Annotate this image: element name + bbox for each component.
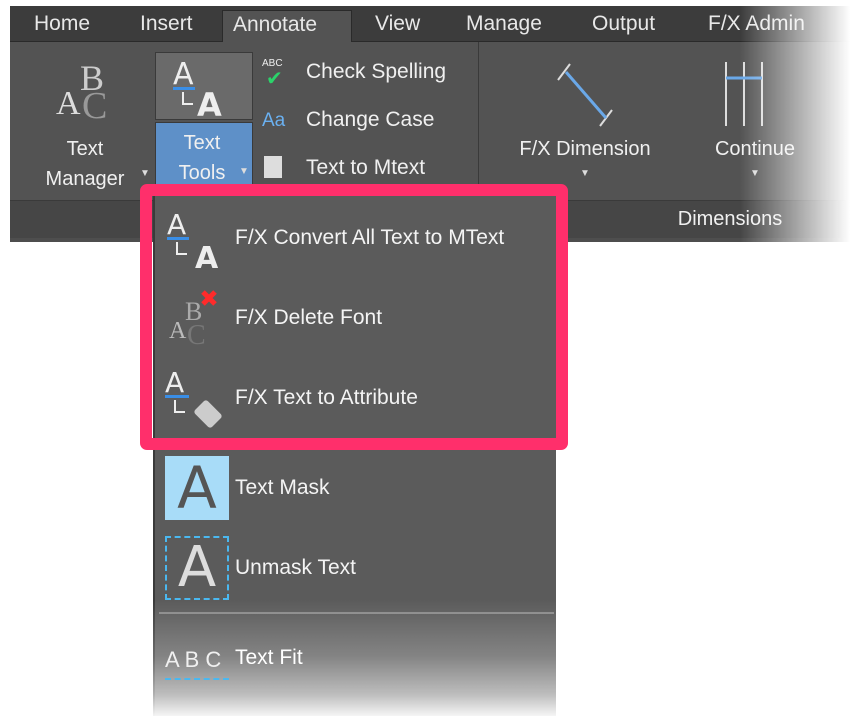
text-manager-icon: B A C: [56, 58, 107, 126]
menu-item-unmask-text[interactable]: A Unmask Text: [155, 528, 556, 608]
svg-text:C: C: [82, 85, 107, 126]
text-tools-label-1: Text: [183, 132, 221, 154]
fx-dimension-label: F/X Dimension: [519, 138, 651, 160]
highlight-box: [140, 184, 568, 450]
text-tools-button[interactable]: A A Text Tools ▼: [155, 52, 253, 200]
check-spelling-button[interactable]: ABC ✔ Check Spelling: [260, 58, 470, 90]
change-case-button[interactable]: Aa Change Case: [260, 108, 470, 138]
text-manager-label-2: Manager: [45, 168, 125, 190]
svg-text:A: A: [197, 86, 222, 120]
change-case-label: Change Case: [306, 108, 435, 131]
edge-fade: [740, 0, 866, 250]
svg-text:A: A: [56, 85, 81, 122]
dropdown-arrow-icon: ▼: [580, 168, 590, 179]
tab-manage[interactable]: Manage: [456, 10, 552, 42]
dropdown-arrow-icon: ▼: [239, 166, 249, 177]
tab-view[interactable]: View: [365, 10, 430, 42]
fx-dimension-button[interactable]: F/X Dimension ▼: [500, 52, 670, 192]
text-manager-button[interactable]: B A C Text Manager ▼: [30, 52, 150, 200]
menu-item-text-fit[interactable]: A B C Text Fit: [153, 618, 556, 698]
ribbon-panel: B A C Text Manager ▼ A A Text Tools ▼ AB…: [10, 42, 866, 200]
panel-separator: [478, 42, 479, 200]
unmask-text-icon: A: [165, 536, 229, 600]
text-to-mtext-button[interactable]: Text to Mtext: [260, 156, 470, 186]
tab-annotate[interactable]: Annotate: [222, 10, 352, 42]
change-case-icon: Aa: [262, 110, 286, 131]
menu-item-text-mask[interactable]: A Text Mask: [155, 448, 556, 528]
tab-output[interactable]: Output: [582, 10, 665, 42]
tab-home[interactable]: Home: [24, 10, 100, 42]
check-spelling-label: Check Spelling: [306, 60, 447, 83]
ribbon-tab-bar: Home Insert Annotate View Manage Output …: [10, 6, 866, 42]
text-manager-label-1: Text: [66, 138, 104, 160]
dropdown-arrow-icon: ▼: [140, 168, 150, 179]
text-to-mtext-icon: [264, 156, 282, 178]
menu-item-label: Unmask Text: [235, 556, 356, 579]
dimension-icon: [557, 63, 613, 127]
text-convert-icon: A A: [173, 57, 222, 120]
text-to-mtext-label: Text to Mtext: [306, 156, 426, 179]
tab-insert[interactable]: Insert: [130, 10, 203, 42]
checkmark-icon: ✔: [266, 68, 283, 90]
menu-item-label: Text Mask: [235, 476, 330, 499]
menu-item-label: Text Fit: [235, 646, 303, 669]
text-mask-icon: A: [165, 456, 229, 520]
svg-text:A: A: [173, 57, 194, 92]
text-fit-icon: A B C: [165, 640, 229, 680]
